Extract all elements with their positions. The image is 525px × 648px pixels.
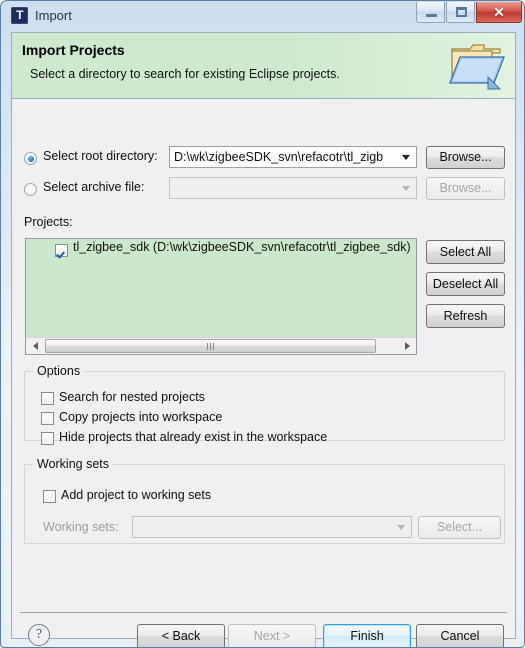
browse-archive-file-button: Browse... [426,177,505,200]
scrollbar-grip-icon [206,343,215,350]
import-dialog-window: T Import ✕ Import Projects Select a dire… [0,0,525,648]
close-button[interactable]: ✕ [476,2,522,23]
finish-button[interactable]: Finish [323,624,411,647]
deselect-all-button[interactable]: Deselect All [426,272,505,296]
chevron-down-icon [402,155,410,160]
working-sets-group-title: Working sets [33,457,114,471]
copy-projects-checkbox[interactable] [41,412,54,425]
dialog-client-area: Import Projects Select a directory to se… [11,32,516,647]
help-icon[interactable]: ? [28,624,50,646]
minimize-button[interactable] [416,2,445,23]
dialog-content: Select root directory: D:\wk\zigbeeSDK_s… [12,100,515,647]
list-item[interactable]: tl_zigbee_sdk (D:\wk\zigbeeSDK_svn\refac… [26,240,416,260]
hide-existing-projects-label: Hide projects that already exist in the … [59,430,328,444]
page-description: Select a directory to search for existin… [30,67,340,81]
hide-existing-projects-checkbox[interactable] [41,432,54,445]
refresh-button[interactable]: Refresh [426,304,505,328]
maximize-button[interactable] [446,2,475,23]
browse-root-directory-button[interactable]: Browse... [426,146,505,169]
cancel-button[interactable]: Cancel [416,624,504,647]
scrollbar-thumb[interactable] [45,339,376,353]
window-title: Import [35,8,72,23]
open-folder-icon [449,44,505,90]
minimize-icon [426,14,437,17]
select-root-directory-label: Select root directory: [43,149,158,163]
copy-projects-label: Copy projects into workspace [59,410,223,424]
select-archive-file-label: Select archive file: [43,180,145,194]
archive-file-combo [169,177,417,199]
close-icon: ✕ [493,4,505,20]
working-sets-field-label: Working sets: [43,520,119,534]
back-button[interactable]: < Back [137,624,225,647]
chevron-down-icon [402,186,410,191]
select-root-directory-radio[interactable] [24,152,37,165]
archive-file-value [174,178,396,198]
select-all-button[interactable]: Select All [426,240,505,264]
project-checkbox[interactable] [55,244,68,257]
wizard-banner: Import Projects Select a directory to se… [12,33,515,99]
options-group-title: Options [33,364,85,378]
add-project-to-working-sets-label: Add project to working sets [61,488,212,502]
chevron-down-icon [397,525,405,530]
select-archive-file-radio[interactable] [24,183,37,196]
scroll-right-icon[interactable] [399,338,416,354]
footer-separator [20,612,507,613]
restore-icon [456,7,467,17]
add-project-to-working-sets-checkbox[interactable] [43,490,56,503]
next-button: Next > [228,624,316,647]
window-controls: ✕ [416,2,522,24]
scroll-left-icon[interactable] [26,338,43,354]
root-directory-value: D:\wk\zigbeeSDK_svn\refacotr\tl_zigb [174,150,384,164]
title-bar: T Import ✕ [1,1,524,31]
projects-label: Projects: [24,215,73,229]
page-title: Import Projects [22,42,125,58]
root-directory-combo[interactable]: D:\wk\zigbeeSDK_svn\refacotr\tl_zigb [169,146,417,168]
working-sets-combo [132,516,412,538]
select-working-sets-button: Select... [418,516,501,539]
telink-t-icon: T [11,7,28,24]
search-nested-projects-checkbox[interactable] [41,392,54,405]
working-sets-value [137,517,391,537]
project-label: tl_zigbee_sdk (D:\wk\zigbeeSDK_svn\refac… [73,240,411,254]
projects-horizontal-scrollbar[interactable] [26,337,416,354]
title-icon-glyph: T [16,8,23,22]
projects-list[interactable]: tl_zigbee_sdk (D:\wk\zigbeeSDK_svn\refac… [25,238,417,355]
search-nested-projects-label: Search for nested projects [59,390,205,404]
